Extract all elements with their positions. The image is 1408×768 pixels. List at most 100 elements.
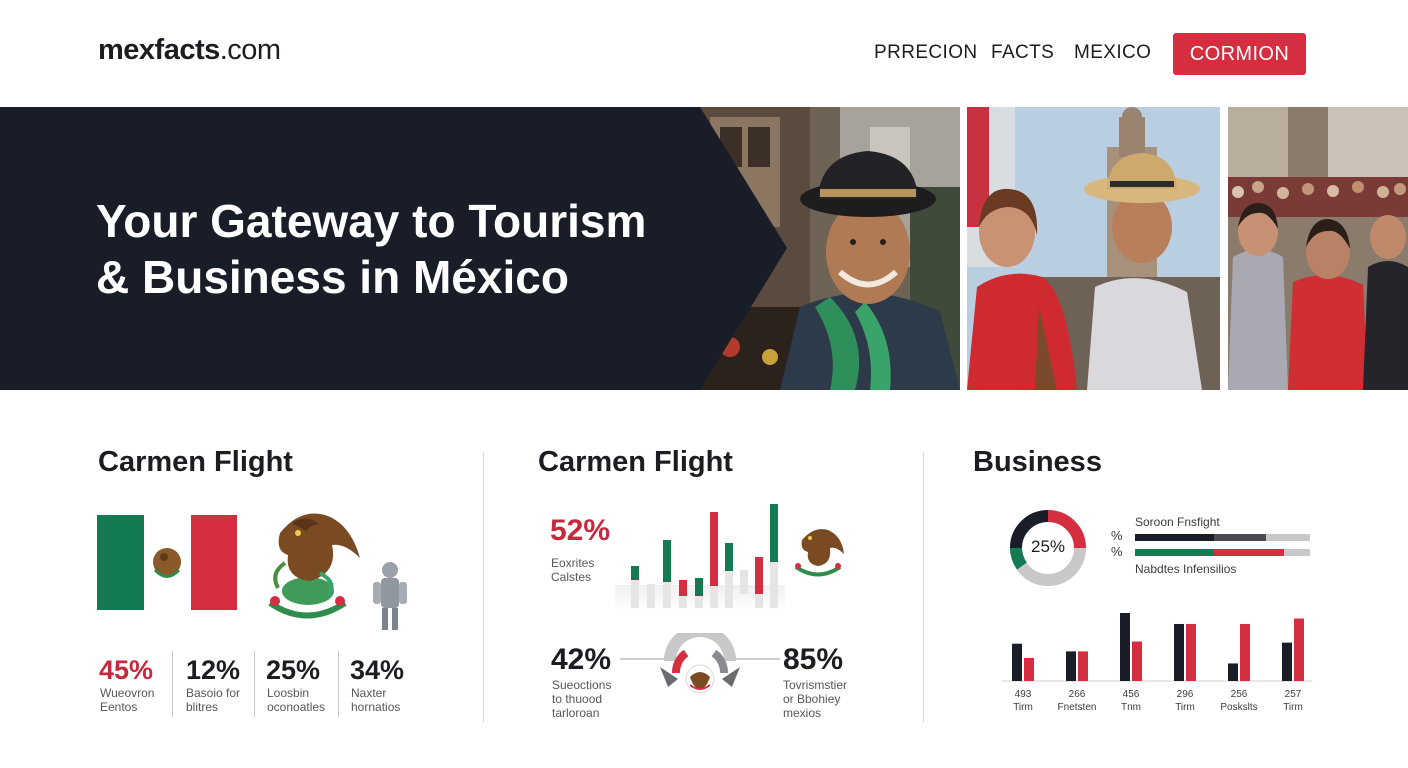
panel2-stat-top-line1: Eoxrites [551, 556, 595, 570]
panel-divider [483, 452, 484, 722]
panel1-stat-4-desc: Naxter hornatios [351, 686, 400, 714]
chart-tick-label: 256 Poskslts [1209, 688, 1269, 714]
panel2-stat-right-line1: Tovrismstier [783, 678, 848, 692]
panel1-stat-3-line1: Loosbin [267, 686, 310, 700]
panel1-stat-3-value: 25% [266, 655, 321, 685]
panel2-stat-top-line2: Calstes [551, 570, 592, 584]
bar-4-series-2 [1186, 623, 1196, 681]
bar-2-series-2 [1078, 651, 1088, 681]
panel1-stat-1-desc: Wueovron Eentos [100, 686, 154, 714]
panel1-title: Carmen Flight [98, 446, 293, 478]
legend-bar-2-segment-green [1135, 549, 1214, 556]
figure-illustration [370, 560, 410, 632]
legend-bar-2-segment-light [1284, 549, 1310, 556]
bar-6-series-1 [1282, 642, 1292, 681]
panel2-stat-right-line3: mexios [783, 706, 822, 720]
tick-number: 256 [1230, 689, 1248, 700]
panel2-stat-top-value: 52% [550, 514, 611, 547]
cta-button[interactable]: CORMION [1173, 33, 1306, 75]
tick-label: Tirm [1175, 702, 1195, 713]
panel3-title: Business [973, 446, 1102, 478]
panel2-stat-right-value: 85% [783, 643, 844, 676]
chart-tick-label: 493 Tirm [993, 688, 1053, 714]
panel2-stat-top-desc: Eoxrites Calstes [551, 556, 594, 584]
tick-number: 493 [1014, 689, 1032, 700]
panel2-stat-right-desc: Tovrismstier or Bbohiey mexios [783, 678, 847, 720]
bar-3-series-1 [1120, 613, 1130, 681]
tick-number: 456 [1122, 689, 1140, 700]
legend-pct-1: % [1111, 528, 1123, 543]
legend-bar-2 [1135, 549, 1310, 556]
central-emblem-gauge [620, 625, 780, 703]
panel1-stat-1-line2: Eentos [100, 700, 138, 714]
bar-3-series-2 [1132, 641, 1142, 681]
nav-link-mexico[interactable]: MEXICO [1074, 42, 1151, 64]
panel2-bar-chart [615, 500, 785, 612]
tick-number: 257 [1284, 689, 1302, 700]
bar-6-series-2 [1294, 618, 1304, 681]
legend-bar-2-segment-red [1214, 549, 1284, 556]
hero-title: Your Gateway to Tourism & Business in Mé… [96, 193, 716, 305]
panel2-stat-left-value: 42% [551, 643, 612, 676]
legend-pct-2: % [1111, 544, 1123, 559]
stat-separator [338, 651, 339, 717]
tick-number: 296 [1176, 689, 1194, 700]
hero-photo-couple [967, 107, 1220, 390]
mexico-flag [97, 515, 237, 610]
bar-1-series-1 [1012, 643, 1022, 681]
chart-tick-label: 266 Fnetsten [1047, 688, 1107, 714]
legend-bar-1-segment-light [1266, 534, 1310, 541]
panel2-stat-right-line2: or Bbohiey [783, 692, 841, 706]
bar-1-series-2 [1024, 657, 1034, 681]
legend-label-top: Soroon Fnsfight [1135, 515, 1220, 529]
tick-label: Tirm [1283, 702, 1303, 713]
nav-link-facts[interactable]: FACTS [991, 42, 1054, 64]
tick-label: Tnm [1121, 702, 1141, 713]
panel1-stat-4-line1: Naxter [351, 686, 387, 700]
site-header: mexfacts.com PRRECION FACTS MEXICO CORMI… [0, 0, 1408, 106]
panel1-stat-4-line2: hornatios [351, 700, 401, 714]
tick-label: Fnetsten [1057, 702, 1097, 713]
panel2-stat-left-desc: Sueoctions to thuood tarloroan [552, 678, 611, 720]
panel2-title: Carmen Flight [538, 446, 733, 478]
panel2-stat-left-line3: tarloroan [552, 706, 600, 720]
panel1-stat-3-desc: Loosbin oconoatles [267, 686, 325, 714]
bar-2-series-1 [1066, 651, 1076, 681]
donut-center-label: 25% [1030, 537, 1066, 556]
legend-label-bottom: Nabdtes Infensilios [1135, 562, 1237, 576]
panel1-stat-1-value: 45% [99, 655, 154, 685]
bar-5-series-1 [1228, 663, 1238, 681]
panel1-stat-2-desc: Basoio for blitres [186, 686, 240, 714]
chart-tick-label: 257 Tirm [1263, 688, 1323, 714]
panel1-stat-2-value: 12% [186, 655, 241, 685]
panel2-stat-left-line2: to thuood [552, 692, 603, 706]
chart-tick-label: 456 Tnm [1101, 688, 1161, 714]
coat-of-arms-small [788, 522, 848, 582]
panel1-stat-2-line1: Basoio for [186, 686, 241, 700]
tick-label: Poskslts [1220, 702, 1258, 713]
hero-banner: Your Gateway to Tourism & Business in Mé… [0, 107, 1408, 390]
legend-bar-1 [1135, 534, 1310, 541]
tick-label: Tirm [1013, 702, 1033, 713]
logo-main: mexfacts [98, 34, 220, 66]
panel1-stat-1-line1: Wueovron [100, 686, 155, 700]
tick-number: 266 [1068, 689, 1086, 700]
hero-title-line-2: & Business in México [96, 251, 569, 303]
nav-link-precion[interactable]: PRRECION [874, 42, 978, 64]
panel2-stat-left-line1: Sueoctions [552, 678, 612, 692]
business-bar-chart [1002, 613, 1312, 682]
legend-bar-1-segment-dark [1135, 534, 1214, 541]
stat-separator [254, 651, 255, 717]
panel1-stat-2-line2: blitres [186, 700, 219, 714]
bar-5-series-2 [1240, 623, 1250, 681]
stat-separator [172, 651, 173, 717]
hero-photo-crowd [1228, 107, 1408, 390]
legend-bar-1-segment-mid [1213, 534, 1267, 541]
panel1-stat-3-line2: oconoatles [267, 700, 326, 714]
site-logo[interactable]: mexfacts.com [98, 34, 281, 67]
logo-domain: .com [219, 34, 281, 66]
hero-title-line-1: Your Gateway to Tourism [96, 195, 647, 247]
panel-divider [923, 452, 924, 722]
mexico-coat-of-arms [250, 503, 365, 628]
chart-tick-label: 296 Tirm [1155, 688, 1215, 714]
